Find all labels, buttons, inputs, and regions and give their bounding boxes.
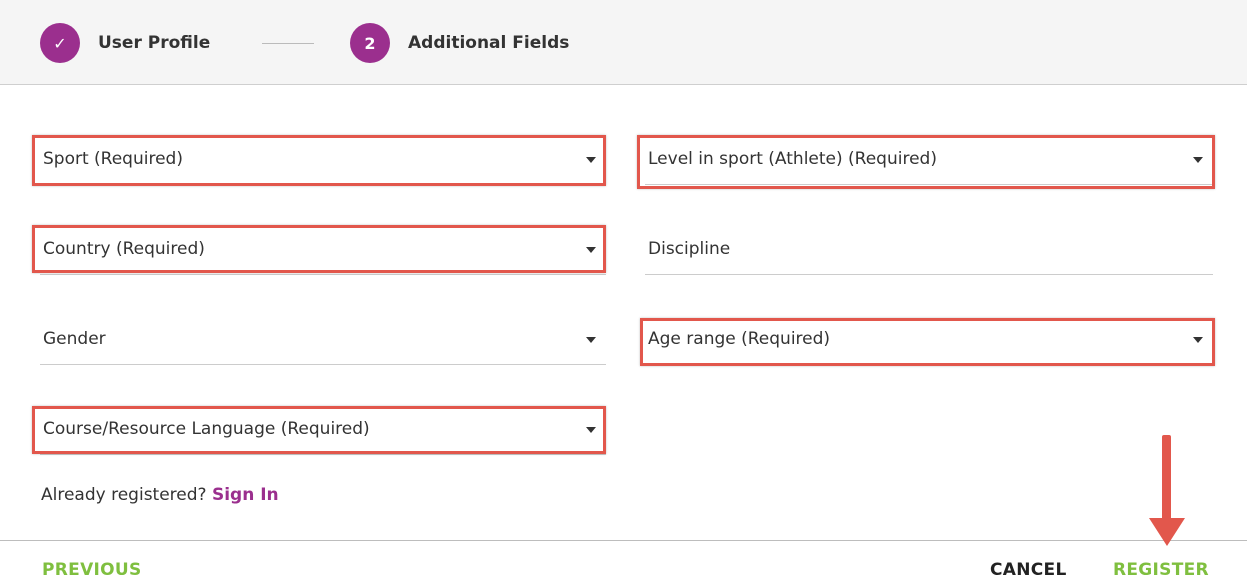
step-label: Additional Fields	[408, 33, 570, 53]
previous-button[interactable]: PREVIOUS	[42, 560, 142, 580]
gender-select[interactable]: Gender	[40, 315, 606, 365]
step-label: User Profile	[98, 33, 211, 53]
signin-prompt: Already registered?	[41, 485, 207, 505]
step-user-profile[interactable]: ✓ User Profile	[40, 22, 210, 64]
gender-label: Gender	[43, 329, 106, 349]
highlight-box	[637, 135, 1215, 189]
step-connector	[262, 43, 314, 44]
stepper-header: ✓ User Profile 2 Additional Fields	[0, 0, 1247, 85]
highlight-box	[32, 135, 606, 186]
register-button[interactable]: REGISTER	[1113, 560, 1209, 580]
signin-row: Already registered? Sign In	[41, 485, 279, 505]
discipline-label: Discipline	[648, 239, 731, 259]
registration-page: ✓ User Profile 2 Additional Fields Sport…	[0, 0, 1247, 581]
sign-in-link[interactable]: Sign In	[212, 485, 279, 505]
step-number: 2	[350, 23, 390, 63]
discipline-input[interactable]: Discipline	[645, 225, 1213, 275]
arrow-down-icon	[1149, 518, 1185, 546]
cancel-button[interactable]: CANCEL	[990, 560, 1067, 580]
footer-divider	[0, 540, 1247, 541]
caret-down-icon	[586, 337, 596, 343]
check-icon: ✓	[40, 23, 80, 63]
step-additional-fields[interactable]: 2 Additional Fields	[350, 22, 569, 64]
highlight-box	[32, 406, 606, 454]
highlight-box	[32, 225, 606, 273]
highlight-box	[640, 318, 1215, 366]
arrow-annotation	[1162, 435, 1171, 523]
